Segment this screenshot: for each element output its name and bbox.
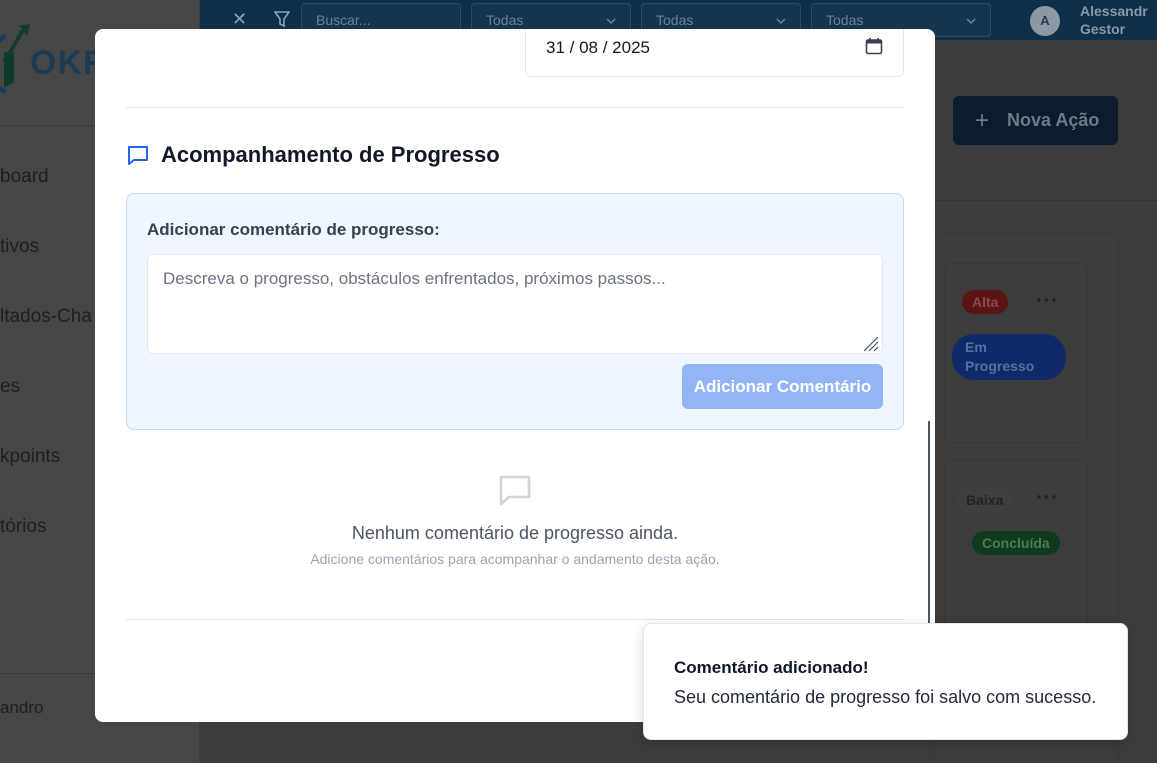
- toast-title: Comentário adicionado!: [674, 658, 869, 677]
- section-title: Acompanhamento de Progresso: [161, 142, 500, 167]
- sidebar-item-relatorios[interactable]: tórios: [0, 516, 46, 538]
- add-comment-button[interactable]: Adicionar Comentário: [682, 364, 883, 409]
- empty-state-subtitle: Adicione comentários para acompanhar o a…: [310, 551, 720, 567]
- user-name: Alessandr: [1080, 3, 1148, 19]
- sidebar-item-dashboard[interactable]: board: [0, 166, 49, 188]
- divider: [126, 619, 904, 620]
- message-square-icon: [499, 475, 531, 506]
- new-action-label: Nova Ação: [1007, 110, 1100, 130]
- sidebar-item-acoes[interactable]: es: [0, 376, 20, 398]
- filter-select-value: Todas: [826, 12, 864, 28]
- filter-icon: [274, 11, 290, 28]
- priority-badge: Alta: [962, 290, 1009, 314]
- filter-select-value: Todas: [486, 12, 524, 28]
- toast-description: Seu comentário de progresso foi salvo co…: [674, 687, 1097, 707]
- comment-label: Adicionar comentário de progresso:: [147, 220, 440, 239]
- calendar-icon[interactable]: [865, 37, 883, 55]
- sidebar-item-resultados-chave[interactable]: ltados-Cha: [0, 306, 92, 328]
- sidebar-item-objetivos[interactable]: tivos: [0, 236, 39, 258]
- empty-state-title: Nenhum comentário de progresso ainda.: [351, 523, 679, 543]
- status-badge: Concluída: [972, 531, 1060, 555]
- chevron-down-icon: [966, 18, 976, 25]
- avatar[interactable]: A: [1030, 6, 1060, 36]
- divider: [126, 107, 904, 108]
- user-role: Gestor: [1080, 21, 1126, 37]
- sidebar-user-name[interactable]: andro: [0, 698, 43, 718]
- toast-notification: Comentário adicionado! Seu comentário de…: [643, 623, 1128, 740]
- sidebar-item-checkpoints[interactable]: kpoints: [0, 446, 60, 468]
- action-detail-modal: 31 / 08 / 2025 Acompanhamento de Progres…: [95, 29, 935, 722]
- scrollbar[interactable]: [928, 421, 930, 651]
- comment-form: Adicionar comentário de progresso: Adici…: [126, 193, 904, 430]
- message-square-icon: [128, 146, 148, 165]
- plus-icon: +: [975, 106, 990, 134]
- chevron-down-icon: [776, 18, 786, 25]
- more-options-icon[interactable]: ···: [1036, 290, 1059, 313]
- more-options-icon[interactable]: ···: [1036, 487, 1059, 510]
- filter-select-value: Todas: [656, 12, 694, 28]
- priority-badge: Baixa: [956, 488, 1014, 512]
- user-info[interactable]: Alessandr Gestor: [1080, 2, 1148, 38]
- new-action-button[interactable]: + Nova Ação: [953, 96, 1118, 145]
- due-date-input[interactable]: 31 / 08 / 2025: [525, 29, 904, 77]
- close-icon[interactable]: ✕: [232, 9, 247, 30]
- chevron-down-icon: [606, 18, 616, 25]
- status-badge: Em Progresso: [952, 334, 1066, 380]
- resize-handle-icon[interactable]: [861, 334, 879, 352]
- comment-textarea[interactable]: [147, 254, 883, 354]
- date-value: 31 / 08 / 2025: [546, 38, 650, 57]
